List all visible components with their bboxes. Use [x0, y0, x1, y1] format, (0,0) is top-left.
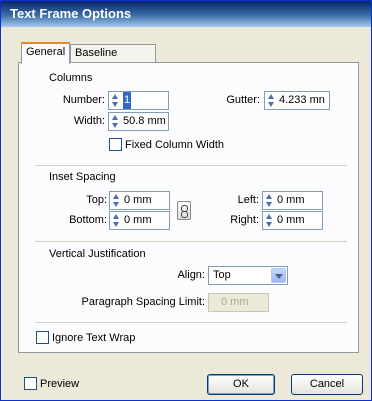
fixed-column-width-label: Fixed Column Width — [125, 139, 225, 151]
gutter-label: Gutter: — [226, 94, 260, 106]
paragraph-spacing-limit-field: 0 mm — [208, 293, 269, 312]
ignore-text-wrap-checkbox[interactable] — [36, 331, 49, 344]
width-label: Width: — [73, 115, 105, 127]
gutter-field[interactable]: 4.233 mn — [264, 91, 330, 110]
gutter-value: 4.233 mn — [279, 94, 325, 106]
number-label: Number: — [62, 94, 105, 106]
inset-bottom-label: Bottom: — [69, 214, 107, 226]
inset-spacing-section-label: Inset Spacing — [49, 171, 116, 183]
preview-checkbox[interactable] — [24, 377, 37, 390]
fixed-column-width-checkbox[interactable] — [109, 138, 122, 151]
inset-right-spinner-icon[interactable] — [265, 214, 274, 227]
number-value: 1 — [123, 92, 132, 109]
inset-left-field[interactable]: 0 mm — [262, 191, 323, 210]
inset-top-label: Top: — [86, 194, 107, 206]
chevron-down-icon[interactable] — [271, 268, 286, 283]
width-spinner-icon[interactable] — [111, 115, 120, 128]
paragraph-spacing-limit-value: 0 mm — [221, 296, 249, 308]
width-value: 50.8 mm — [123, 115, 166, 127]
inset-bottom-value: 0 mm — [124, 214, 152, 226]
divider — [35, 241, 347, 242]
align-select[interactable]: Top — [208, 266, 288, 285]
tab-general[interactable]: General — [21, 42, 70, 64]
inset-right-label: Right: — [230, 214, 259, 226]
inset-top-spinner-icon[interactable] — [112, 194, 121, 207]
divider — [35, 165, 347, 166]
gutter-spinner-icon[interactable] — [267, 94, 276, 107]
number-spinner-icon[interactable] — [111, 94, 120, 107]
preview-label: Preview — [40, 378, 80, 390]
inset-bottom-field[interactable]: 0 mm — [109, 211, 170, 230]
inset-left-value: 0 mm — [277, 194, 305, 206]
align-label: Align: — [177, 269, 205, 281]
width-field[interactable]: 50.8 mm — [108, 112, 169, 131]
inset-right-value: 0 mm — [277, 214, 305, 226]
inset-left-label: Left: — [237, 194, 259, 206]
number-field[interactable]: 1 — [108, 91, 169, 110]
divider — [35, 322, 347, 323]
cancel-button[interactable]: Cancel — [291, 374, 363, 395]
inset-right-field[interactable]: 0 mm — [262, 211, 323, 230]
inset-top-field[interactable]: 0 mm — [109, 191, 170, 210]
text-frame-options-dialog: Text Frame Options General Baseline Opti… — [0, 0, 372, 401]
tab-baseline-options[interactable]: Baseline Options — [70, 44, 156, 76]
inset-left-spinner-icon[interactable] — [265, 194, 274, 207]
inset-bottom-spinner-icon[interactable] — [112, 214, 121, 227]
chain-link-icon[interactable] — [177, 201, 191, 220]
vertical-justification-section-label: Vertical Justification — [49, 248, 146, 260]
ok-button[interactable]: OK — [207, 374, 275, 395]
columns-section-label: Columns — [49, 72, 93, 84]
inset-top-value: 0 mm — [124, 194, 152, 206]
dialog-title: Text Frame Options — [1, 1, 371, 27]
align-value: Top — [213, 269, 231, 281]
ignore-text-wrap-label: Ignore Text Wrap — [52, 332, 136, 344]
paragraph-spacing-limit-label: Paragraph Spacing Limit: — [81, 296, 205, 308]
